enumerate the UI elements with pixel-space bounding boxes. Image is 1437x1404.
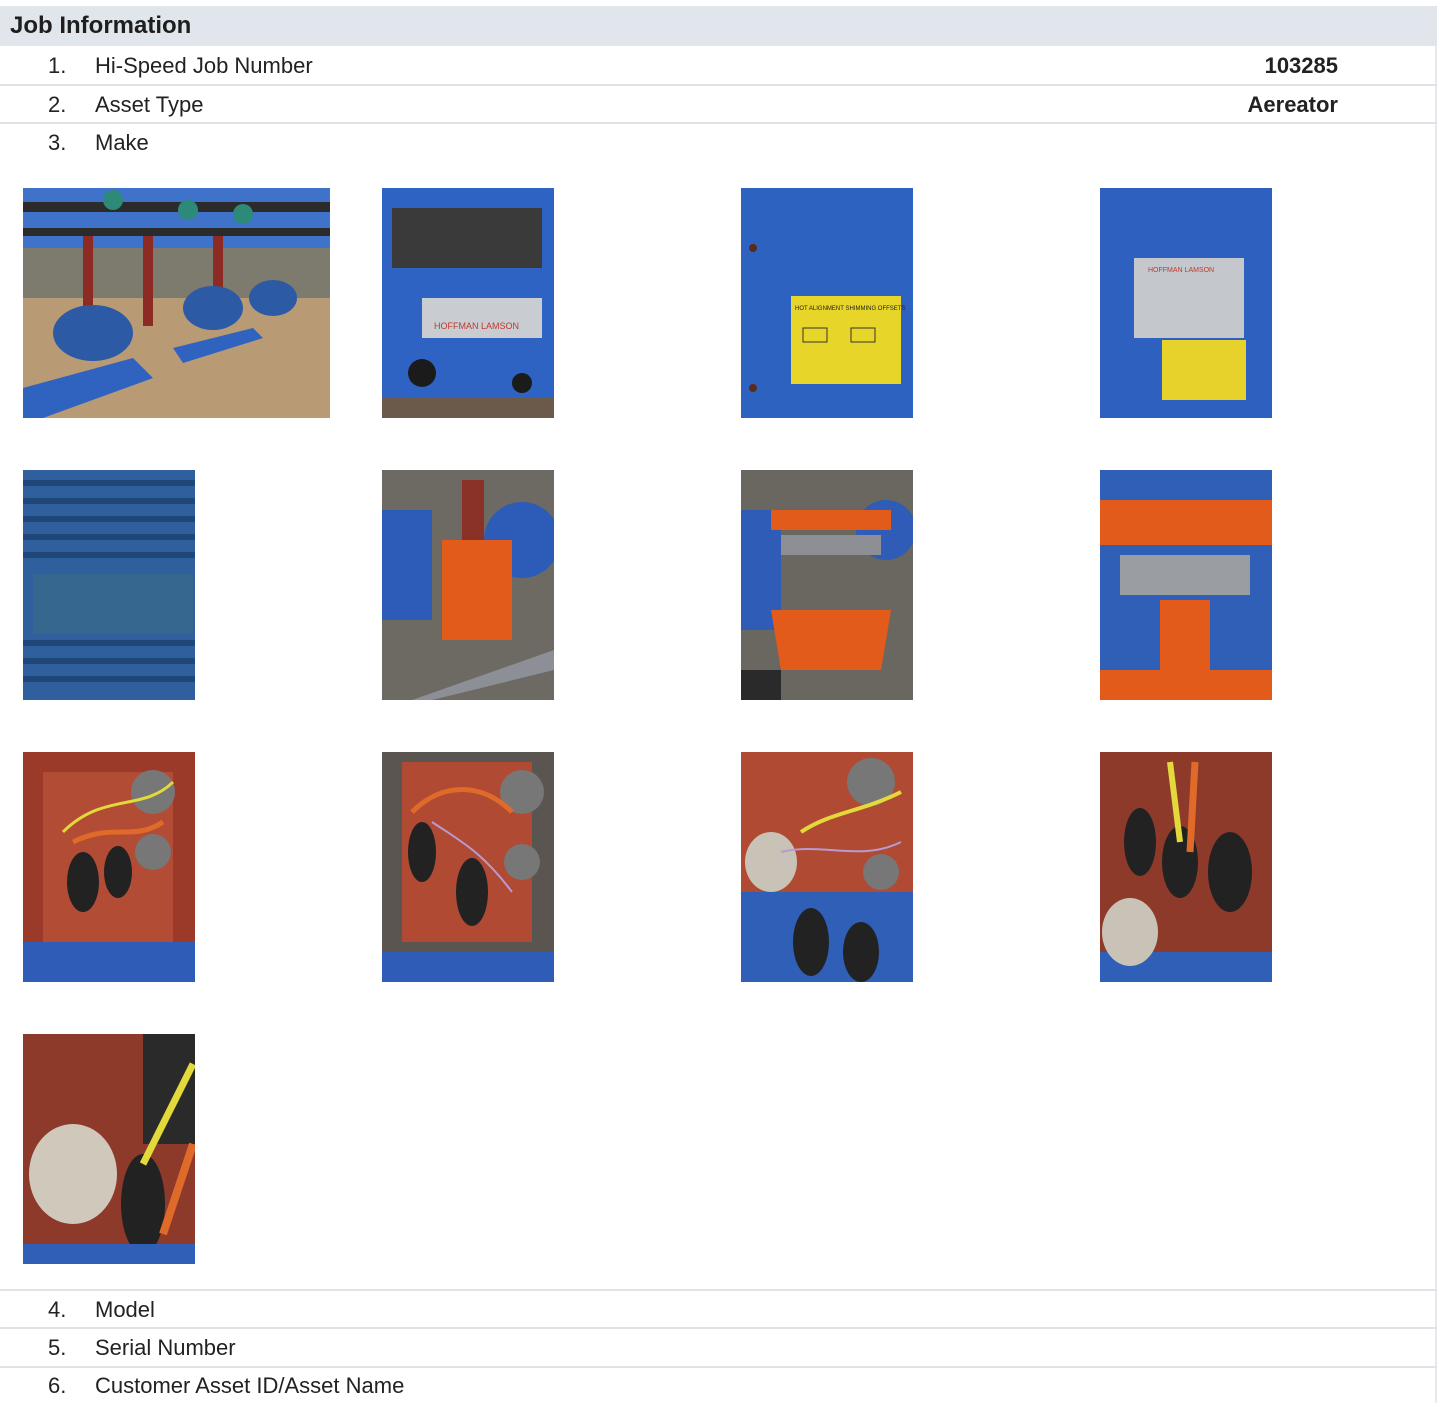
photo-image: HOT ALIGNMENT SHIMMING OFFSETS — [741, 188, 913, 418]
open-coupling-guard-photo[interactable] — [741, 470, 913, 700]
field-row-asset-type: 2. Asset Type Aereator — [0, 86, 1437, 123]
photo-image — [382, 470, 554, 700]
hoffman-lamson-nameplate-photo[interactable]: HOFFMAN LAMSON — [382, 188, 554, 418]
photo-image — [23, 752, 195, 982]
field-value: Aereator — [1247, 92, 1338, 117]
junction-box-wiring-photo-1[interactable] — [23, 752, 195, 982]
row-number: 2. — [48, 92, 67, 117]
motor-nameplate-photo[interactable] — [23, 470, 195, 700]
blower-data-plate-photo[interactable]: HOFFMAN LAMSON — [1100, 188, 1272, 418]
alignment-shimming-label-photo[interactable]: HOT ALIGNMENT SHIMMING OFFSETS — [741, 188, 913, 418]
photo-image — [1100, 470, 1272, 700]
photo-image — [382, 752, 554, 982]
field-label: Make — [95, 130, 149, 155]
junction-box-wiring-photo-2[interactable] — [382, 752, 554, 982]
photo-image — [23, 1034, 195, 1264]
photo-image — [741, 752, 913, 982]
photo-image — [741, 470, 913, 700]
coupling-guard-photo[interactable] — [382, 470, 554, 700]
row-number: 5. — [48, 1335, 67, 1360]
photo-image — [1100, 752, 1272, 982]
field-label: Customer Asset ID/Asset Name — [95, 1373, 405, 1398]
photo-image: HOFFMAN LAMSON — [1100, 188, 1272, 418]
blower-skid-overview-photo[interactable] — [23, 188, 330, 418]
field-row-model: 4. Model — [0, 1291, 1437, 1328]
data-plate-text: HOFFMAN LAMSON — [1148, 267, 1214, 274]
field-label: Asset Type — [95, 92, 204, 117]
field-row-job-number: 1. Hi-Speed Job Number 103285 — [0, 47, 1437, 84]
row-number: 4. — [48, 1297, 67, 1322]
photo-image: HOFFMAN LAMSON — [382, 188, 554, 418]
field-row-make: 3. Make — [0, 124, 1437, 161]
row-number: 3. — [48, 130, 67, 155]
field-row-serial-number: 5. Serial Number — [0, 1329, 1437, 1366]
coupling-closeup-photo[interactable] — [1100, 470, 1272, 700]
nameplate-text: HOFFMAN LAMSON — [434, 321, 519, 331]
section-title: Job Information — [0, 6, 1437, 46]
row-number: 6. — [48, 1373, 67, 1398]
field-label: Hi-Speed Job Number — [95, 53, 313, 78]
photo-image — [23, 470, 195, 700]
junction-box-wiring-photo-4[interactable] — [1100, 752, 1272, 982]
row-number: 1. — [48, 53, 67, 78]
junction-box-wiring-photo-3[interactable] — [741, 752, 913, 982]
field-label: Model — [95, 1297, 155, 1322]
field-row-customer-asset-id: 6. Customer Asset ID/Asset Name — [0, 1367, 1437, 1403]
junction-box-wiring-photo-5[interactable] — [23, 1034, 195, 1264]
field-label: Serial Number — [95, 1335, 236, 1360]
label-text: HOT ALIGNMENT SHIMMING OFFSETS — [795, 306, 905, 312]
photo-image — [23, 188, 330, 418]
field-value: 103285 — [1264, 53, 1338, 78]
